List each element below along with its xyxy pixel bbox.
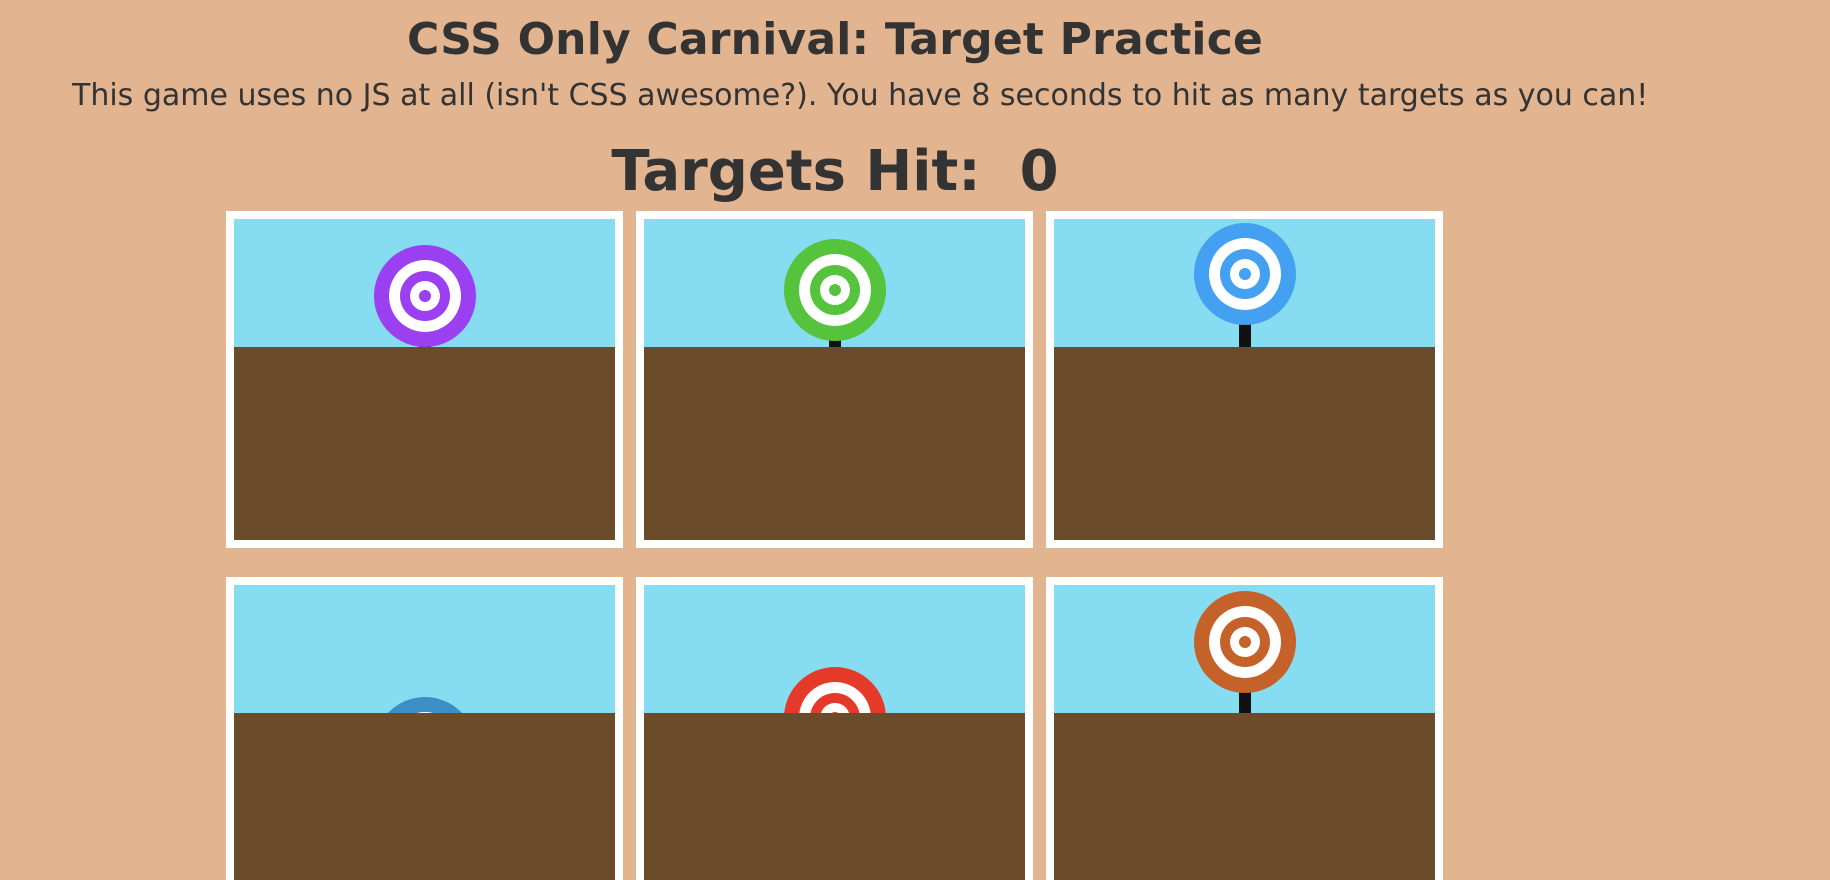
target-booth-1[interactable] [226, 211, 623, 548]
booth-ground [1054, 347, 1435, 540]
target-bullseye [418, 290, 431, 302]
target-booth-2[interactable] [636, 211, 1033, 548]
target-booth-6[interactable] [1046, 577, 1443, 880]
score-label: Targets Hit: [611, 139, 981, 204]
target-bullseye [828, 284, 841, 296]
target-bullseye [1238, 268, 1251, 280]
booth-sky [234, 585, 615, 713]
score-value: 0 [1019, 139, 1059, 204]
game-page: CSS Only Carnival: Target Practice This … [0, 0, 1830, 880]
booth-ground [1054, 713, 1435, 880]
page-title: CSS Only Carnival: Target Practice [406, 14, 1264, 65]
target-booth-4[interactable] [226, 577, 623, 880]
score-display: Targets Hit: 0 [0, 136, 1670, 208]
target-bullseye [1238, 636, 1251, 648]
game-instructions: This game uses no JS at all (isn't CSS a… [72, 78, 1649, 113]
booth-ground [234, 713, 615, 880]
booth-ground [644, 347, 1025, 540]
target-booth-5[interactable] [636, 577, 1033, 880]
booth-ground [644, 713, 1025, 880]
booth-ground [234, 347, 615, 540]
target-booth-3[interactable] [1046, 211, 1443, 548]
